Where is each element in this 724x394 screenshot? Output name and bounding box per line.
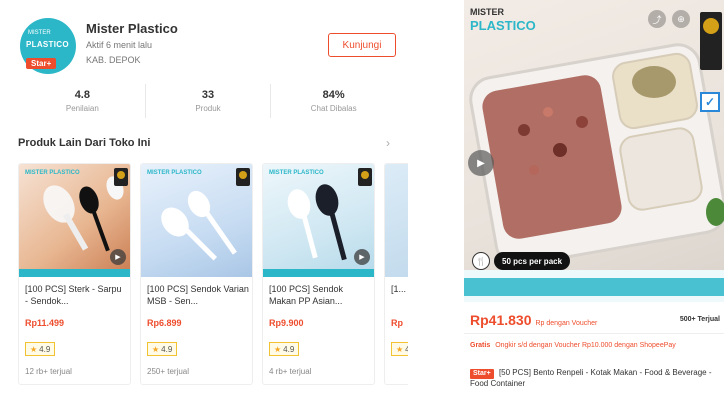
- product-title: [1...: [391, 284, 407, 294]
- rating-value: 4.9: [283, 344, 295, 354]
- shop-name[interactable]: Mister Plastico: [86, 21, 178, 36]
- award-icon: [236, 168, 250, 186]
- share-icon[interactable]: ⤴: [648, 10, 666, 28]
- play-icon[interactable]: ▶: [110, 249, 126, 265]
- product-price: Rp: [391, 318, 403, 328]
- cart-icon[interactable]: ⊕: [672, 10, 690, 28]
- stat-value: 84%: [322, 89, 345, 101]
- stat-label: Produk: [195, 104, 221, 113]
- pack-info: 🍴 50 pcs per pack: [472, 252, 571, 270]
- star-plus-badge: Star+: [26, 58, 57, 69]
- product-brand: MISTER PLASTICO: [147, 170, 202, 176]
- play-icon[interactable]: ▶: [468, 150, 494, 176]
- product-image: MISTER PLASTICO: [141, 164, 252, 277]
- product-description: Star+ [50 PCS] Bento Renpeli - Kotak Mak…: [470, 368, 720, 389]
- product-image: MISTER PLASTICO ▶: [263, 164, 374, 277]
- product-rating: ★ 4.9: [269, 342, 300, 356]
- product-detail-panel: MISTER PLASTICO ⤴ ⊕ ✓ ▶ 🍴 50 pcs per pac…: [464, 0, 724, 394]
- award-icon: [114, 168, 128, 186]
- award-ribbon-icon: [700, 12, 722, 70]
- product-rating: ★ 4.9: [147, 342, 178, 356]
- shop-stats: 4.8 Penilaian 33 Produk 84% Chat Dibalas: [20, 84, 396, 118]
- shop-active-status: Aktif 6 menit lalu: [86, 40, 153, 50]
- star-icon: ★: [152, 344, 160, 354]
- star-icon: ★: [396, 344, 404, 354]
- play-icon[interactable]: ▶: [354, 249, 370, 265]
- product-image: MISTER PLASTICO ▶: [19, 164, 130, 277]
- hero-band-accent: [464, 278, 724, 296]
- stat-label: Chat Dibalas: [310, 104, 357, 113]
- product-sold: 4 rb+ terjual: [269, 367, 312, 376]
- product-price: Rp11.499: [25, 318, 65, 328]
- sold-count: 500+ Terjual: [679, 316, 720, 323]
- stat-chat-reply[interactable]: 84% Chat Dibalas: [271, 84, 396, 118]
- rating-value: 4.9: [39, 344, 51, 354]
- visit-shop-button[interactable]: Kunjungi: [328, 33, 396, 57]
- product-description-text: [50 PCS] Bento Renpeli - Kotak Makan - F…: [470, 368, 712, 388]
- award-icon: [358, 168, 372, 186]
- product-price: Rp6.899: [147, 318, 182, 328]
- product-price: Rp41.830: [470, 312, 532, 328]
- stat-rating[interactable]: 4.8 Penilaian: [20, 84, 146, 118]
- chevron-right-icon[interactable]: ›: [386, 136, 390, 150]
- hero-actions: ⤴ ⊕: [648, 10, 690, 28]
- product-image: [385, 164, 408, 277]
- rating-value: 4: [405, 345, 408, 354]
- product-rating: ★ 4: [391, 342, 408, 356]
- section-title: Produk Lain Dari Toko Ini: [18, 137, 151, 149]
- product-title: [100 PCS] Sendok Varian MSB - Sen...: [147, 284, 249, 306]
- stat-value: 4.8: [74, 89, 90, 101]
- product-brand: MISTER PLASTICO: [269, 170, 324, 176]
- promo-tag: Gratis: [470, 342, 491, 349]
- stat-products[interactable]: 33 Produk: [146, 84, 272, 118]
- shop-logo-text: PLASTICO: [26, 40, 69, 49]
- product-card[interactable]: MISTER PLASTICO ▶ [100 PCS] Sendok Makan…: [262, 163, 375, 385]
- shop-panel: MISTER PLASTICO Star+ Mister Plastico Ak…: [0, 0, 408, 394]
- star-plus-tag: Star+: [470, 369, 494, 379]
- product-card[interactable]: MISTER PLASTICO ▶ [100 PCS] Sterk - Sarp…: [18, 163, 131, 385]
- product-hero-image[interactable]: MISTER PLASTICO ⤴ ⊕ ✓ ▶ 🍴 50 pcs per pac…: [464, 0, 724, 302]
- brand-logo-text: PLASTICO: [470, 18, 536, 33]
- stat-value: 33: [201, 89, 215, 101]
- product-title: [100 PCS] Sterk - Sarpu - Sendok...: [25, 284, 122, 306]
- product-band: [263, 269, 374, 277]
- price-row: Rp41.830 Rp dengan Voucher: [470, 312, 597, 328]
- price-note: Rp dengan Voucher: [535, 320, 598, 327]
- product-title: [100 PCS] Sendok Makan PP Asian...: [269, 284, 344, 306]
- shop-logo-top-text: MISTER: [28, 30, 51, 36]
- star-icon: ★: [274, 344, 282, 354]
- stat-label: Penilaian: [65, 104, 99, 113]
- product-price: Rp9.900: [269, 318, 304, 328]
- product-card[interactable]: MISTER PLASTICO [100 PCS] Sendok Varian …: [140, 163, 253, 385]
- checkmark-icon: ✓: [700, 92, 720, 112]
- divider: [464, 333, 724, 334]
- promo-line[interactable]: Gratis Ongkir s/d dengan Voucher Rp10.00…: [470, 342, 676, 349]
- product-rating: ★ 4.9: [25, 342, 56, 356]
- product-carousel: MISTER PLASTICO ▶ [100 PCS] Sterk - Sarp…: [18, 163, 408, 385]
- brand-logo: MISTER PLASTICO: [470, 6, 536, 32]
- shop-location: KAB. DEPOK: [86, 55, 141, 65]
- product-card[interactable]: [1... Rp ★ 4: [384, 163, 408, 385]
- product-brand: MISTER PLASTICO: [25, 170, 80, 176]
- promo-text: Ongkir s/d dengan Voucher Rp10.000 denga…: [495, 342, 676, 349]
- product-sold: 250+ terjual: [147, 367, 190, 376]
- pack-label: 50 pcs per pack: [494, 252, 571, 270]
- rating-value: 4.9: [161, 344, 173, 354]
- food-icon: 🍴: [472, 252, 490, 270]
- product-band: [19, 269, 130, 277]
- star-icon: ★: [30, 344, 38, 354]
- product-sold: 12 rb+ terjual: [25, 367, 72, 376]
